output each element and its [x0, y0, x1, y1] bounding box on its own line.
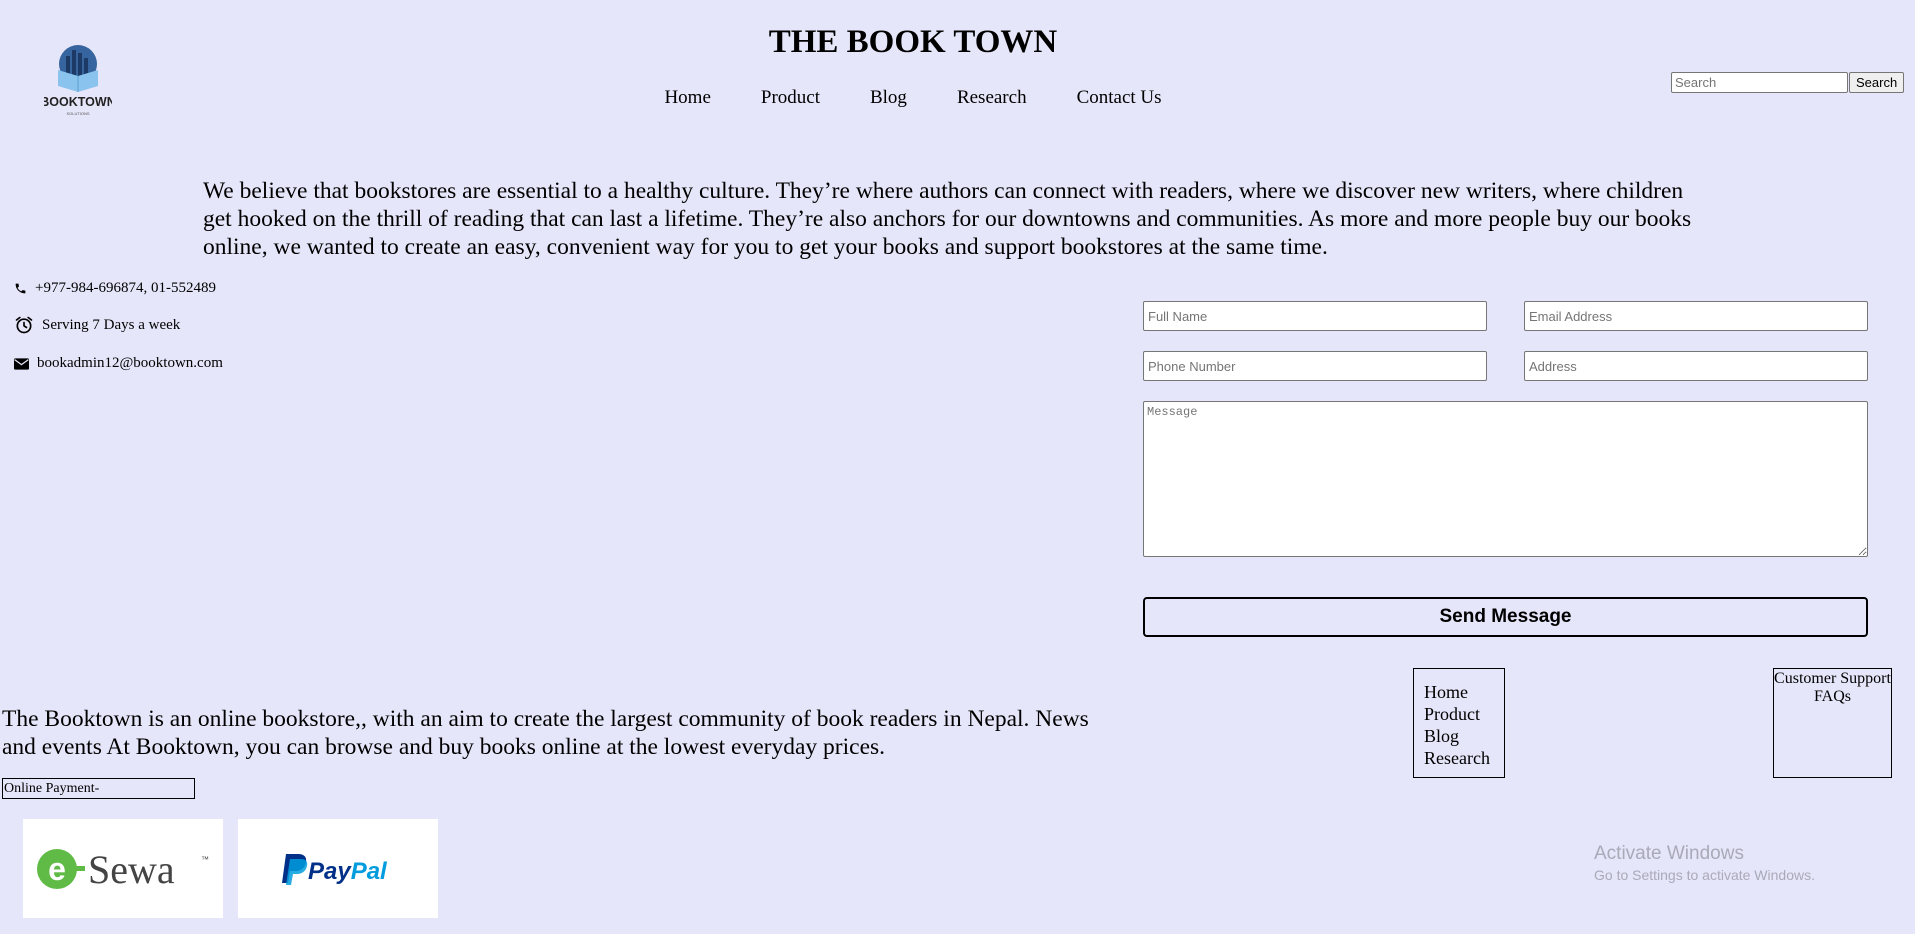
main-nav: Home Product Blog Research Contact Us	[0, 87, 1826, 109]
address-field[interactable]	[1524, 351, 1868, 381]
phone-field[interactable]	[1143, 351, 1487, 381]
contact-hours: Serving 7 Days a week	[14, 315, 180, 335]
site-title: THE BOOK TOWN	[768, 24, 1058, 60]
svg-text:™: ™	[201, 855, 209, 864]
footer-link-research[interactable]: Research	[1424, 747, 1504, 769]
contact-email: bookadmin12@booktown.com	[14, 355, 223, 372]
svg-text:e: e	[48, 851, 66, 887]
full-name-field[interactable]	[1143, 301, 1487, 331]
search-button[interactable]: Search	[1849, 72, 1905, 93]
hours-text: Serving 7 Days a week	[42, 316, 181, 333]
page: BOOKTOWN SOLUTIONS THE BOOK TOWN Home Pr…	[0, 0, 1915, 934]
message-field[interactable]	[1143, 401, 1868, 557]
footer-link-blog[interactable]: Blog	[1424, 725, 1504, 747]
search-input[interactable]	[1671, 72, 1848, 93]
nav-home[interactable]: Home	[664, 87, 710, 108]
footer-link-home[interactable]: Home	[1424, 681, 1504, 703]
watermark-title: Activate Windows	[1594, 843, 1744, 864]
footer-link-product[interactable]: Product	[1424, 703, 1504, 725]
nav-product[interactable]: Product	[761, 87, 820, 108]
esewa-logo-text: Sewa	[88, 847, 175, 892]
online-payment-label: Online Payment-	[2, 778, 195, 799]
email-text: bookadmin12@booktown.com	[37, 355, 223, 371]
send-message-button[interactable]: Send Message	[1143, 597, 1868, 637]
footer-links: Home Product Blog Research	[1413, 668, 1505, 778]
logo-tagline: SOLUTIONS	[66, 111, 89, 116]
activate-windows-watermark: Activate Windows Go to Settings to activ…	[1594, 843, 1815, 885]
paypal-logo[interactable]: PayPal	[238, 819, 438, 918]
svg-text:PayPal: PayPal	[308, 858, 388, 885]
nav-research[interactable]: Research	[957, 87, 1027, 108]
alarm-clock-icon	[15, 316, 33, 334]
esewa-logo[interactable]: e Sewa ™	[23, 819, 223, 918]
intro-paragraph: We believe that bookstores are essential…	[203, 178, 1692, 260]
envelope-icon	[14, 357, 29, 370]
nav-blog[interactable]: Blog	[870, 87, 907, 108]
search-bar: Search	[1671, 72, 1905, 93]
faqs-link[interactable]: FAQs	[1774, 688, 1891, 706]
email-field[interactable]	[1524, 301, 1868, 331]
watermark-subtitle: Go to Settings to activate Windows.	[1594, 867, 1815, 883]
phone-icon	[15, 283, 26, 294]
support-links: Customer Support FAQs	[1773, 668, 1892, 778]
phone-text: +977-984-696874, 01-552489	[35, 280, 216, 296]
about-paragraph: The Booktown is an online bookstore,, wi…	[2, 706, 1089, 760]
customer-support-link[interactable]: Customer Support	[1774, 670, 1891, 688]
contact-phone: +977-984-696874, 01-552489	[14, 280, 216, 297]
nav-contact-us[interactable]: Contact Us	[1077, 87, 1162, 108]
